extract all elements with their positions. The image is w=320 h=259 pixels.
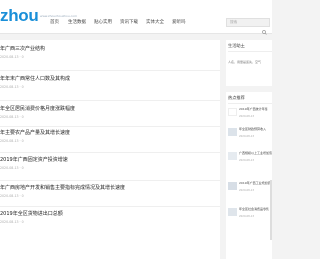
nav-item-life-data[interactable]: 生活数据 (68, 19, 86, 25)
site-logo-subtitle: www.zhouzhouzhou.com (40, 14, 78, 18)
divider (0, 70, 220, 71)
sidebar-about-box: 生活助土 人名，用量是遥先，空气 (226, 40, 272, 86)
article-title[interactable]: 年主要农产品产量及其增长速度 (0, 130, 70, 136)
divider (0, 180, 220, 181)
list-item[interactable]: 年年末广西常住人口数及其构成 2020-08-13 · 0 (0, 76, 220, 98)
search-placeholder: 搜索 (230, 20, 238, 24)
hot-item-date: 2020-08-13 (239, 215, 255, 218)
article-title[interactable]: 年年末广西常住人口数及其构成 (0, 76, 70, 82)
hot-item-title[interactable]: 2019年广西统计年鉴 (239, 107, 272, 111)
divider (0, 126, 220, 127)
site-header: zhou www.zhouzhouzhou.com 首页 生活数据 贴心实用 资… (0, 0, 272, 35)
article-meta: 2020-08-13 · 0 (0, 166, 24, 170)
search-icon[interactable] (262, 20, 267, 35)
article-title[interactable]: 2019年广西固定资产投资增速 (0, 157, 68, 163)
article-meta: 2020-08-13 · 0 (0, 55, 24, 59)
divider (228, 103, 272, 104)
article-title[interactable]: 年广西房地产开发和销售主要指标完成情况及其增长速度 (0, 185, 125, 191)
hot-item-date: 2020-08-13 (239, 189, 255, 192)
thumbnail-image[interactable] (228, 128, 237, 136)
article-title[interactable]: 年广西三次产业结构 (0, 46, 45, 52)
nav-item-directory[interactable]: 实体大全 (146, 19, 164, 25)
nav-item-downloads[interactable]: 资讯下载 (120, 19, 138, 25)
hot-item[interactable]: 2019年广西工业增加值 2020-08-13 (226, 180, 272, 197)
list-item[interactable]: 年广西三次产业结构 2020-08-13 · 0 (0, 46, 220, 68)
article-meta: 2020-08-13 · 0 (0, 115, 24, 119)
hot-item-title[interactable]: 年全区财政预算收入 (239, 127, 272, 131)
thumbnail-image[interactable] (228, 152, 237, 160)
hot-item-date: 2020-08-13 (239, 115, 255, 118)
thumbnail-image[interactable] (228, 182, 237, 190)
list-item[interactable]: 年主要农产品产量及其增长速度 2020-08-13 · 0 (0, 130, 220, 152)
hot-item[interactable]: 2019年广西统计年鉴 2020-08-13 (226, 106, 272, 123)
sidebar-hot-title: 热点推荐 (228, 95, 245, 100)
hot-item-date: 2020-08-13 (239, 159, 255, 162)
list-item[interactable]: 2019年广西固定资产投资增速 2020-08-13 · 0 (0, 157, 220, 179)
thumbnail-image[interactable] (228, 208, 237, 216)
nav-item-home[interactable]: 首页 (50, 19, 59, 25)
list-item[interactable]: 年全区居民消费价格月度涨跌幅度 2020-08-13 · 0 (0, 106, 220, 128)
hot-item-date: 2020-08-13 (239, 135, 255, 138)
nav-item-practical[interactable]: 贴心实用 (94, 19, 112, 25)
article-title[interactable]: 2019年全区货物进出口总额 (0, 211, 63, 217)
divider (0, 100, 220, 101)
list-item[interactable]: 2019年全区货物进出口总额 2020-08-13 · 0 (0, 211, 220, 233)
article-meta: 2020-08-13 · 0 (0, 194, 24, 198)
sidebar-about-text: 人名，用量是遥先，空气 (228, 60, 262, 64)
hot-item-title[interactable]: 广西规模以上工业增加值 (239, 151, 272, 155)
hot-item[interactable]: 年全区财政预算收入 2020-08-13 (226, 126, 272, 143)
divider (0, 152, 220, 153)
search-input[interactable]: 搜索 (226, 18, 270, 35)
article-title[interactable]: 年全区居民消费价格月度涨跌幅度 (0, 106, 75, 112)
article-meta: 2020-08-13 · 0 (0, 85, 24, 89)
hot-item-title[interactable]: 年全区社会消费品零售 (239, 207, 272, 211)
list-item[interactable]: 年广西房地产开发和销售主要指标完成情况及其增长速度 2020-08-13 · 0 (0, 185, 220, 207)
article-list: 年广西三次产业结构 2020-08-13 · 0 年年末广西常住人口数及其构成 … (0, 40, 220, 259)
sidebar-about-title: 生活助土 (228, 43, 245, 48)
thumbnail-image[interactable] (228, 108, 237, 116)
hot-item[interactable]: 广西规模以上工业增加值 2020-08-13 (226, 150, 272, 167)
hot-item[interactable]: 年全区社会消费品零售 2020-08-13 (226, 206, 272, 223)
article-meta: 2020-08-13 · 0 (0, 139, 24, 143)
article-meta: 2020-08-13 · 0 (0, 220, 24, 224)
nav-item-listen[interactable]: 爱听吗 (172, 19, 186, 25)
sidebar-scrollbar[interactable] (270, 180, 272, 240)
divider (228, 51, 272, 52)
divider (0, 206, 220, 207)
hot-item-title[interactable]: 2019年广西工业增加值 (239, 181, 272, 185)
